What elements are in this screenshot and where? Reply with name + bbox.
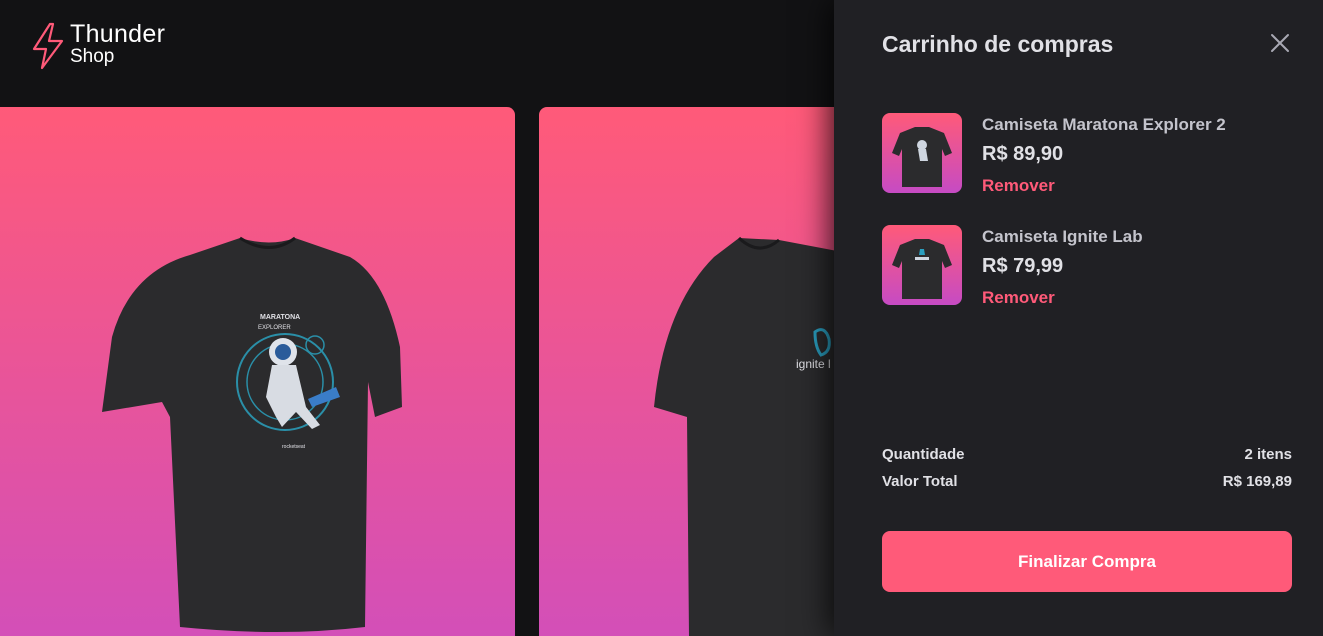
logo[interactable]: Thunder Shop bbox=[30, 22, 165, 70]
product-thumbnail bbox=[882, 113, 962, 193]
shirt-print-subtitle: EXPLORER bbox=[258, 325, 291, 331]
product-thumbnail bbox=[882, 225, 962, 305]
quantity-value: 2 itens bbox=[1244, 446, 1292, 463]
close-icon[interactable] bbox=[1265, 28, 1295, 58]
total-label: Valor Total bbox=[882, 473, 958, 490]
item-price: R$ 79,99 bbox=[982, 255, 1064, 277]
shirt-print-title: ignite l bbox=[796, 357, 831, 371]
brand-title: Thunder bbox=[70, 20, 166, 48]
tshirt-image: MARATONA EXPLORER rocketseat bbox=[102, 236, 402, 632]
checkout-button[interactable]: Finalizar Compra bbox=[882, 531, 1292, 592]
shirt-print-brand: rocketseat bbox=[282, 444, 306, 450]
cart-title: Carrinho de compras bbox=[882, 31, 1114, 57]
tshirt-image: ignite l bbox=[654, 236, 869, 636]
item-price: R$ 89,90 bbox=[982, 143, 1064, 165]
brand-subtitle: Shop bbox=[70, 46, 115, 67]
total-value: R$ 169,89 bbox=[1222, 473, 1292, 490]
cart-drawer: Carrinho de compras Camiseta Maratona Ex… bbox=[834, 0, 1323, 636]
item-name: Camiseta Maratona Explorer 2 bbox=[982, 115, 1226, 134]
product-card[interactable]: MARATONA EXPLORER rocketseat bbox=[0, 107, 515, 636]
header: Thunder Shop bbox=[0, 0, 834, 107]
quantity-row: Quantidade 2 itens bbox=[882, 446, 1292, 463]
total-row: Valor Total R$ 169,89 bbox=[882, 473, 1292, 490]
cart-item: Camiseta Maratona Explorer 2 R$ 89,90 Re… bbox=[882, 113, 1292, 196]
remove-button[interactable]: Remover bbox=[982, 176, 1055, 196]
product-card[interactable]: ignite l bbox=[539, 107, 869, 636]
quantity-label: Quantidade bbox=[882, 446, 965, 463]
remove-button[interactable]: Remover bbox=[982, 288, 1055, 308]
item-name: Camiseta Ignite Lab bbox=[982, 227, 1143, 246]
cart-item: Camiseta Ignite Lab R$ 79,99 Remover bbox=[882, 225, 1292, 308]
lightning-bolt-icon bbox=[32, 22, 64, 70]
shirt-print-title: MARATONA bbox=[260, 314, 300, 321]
